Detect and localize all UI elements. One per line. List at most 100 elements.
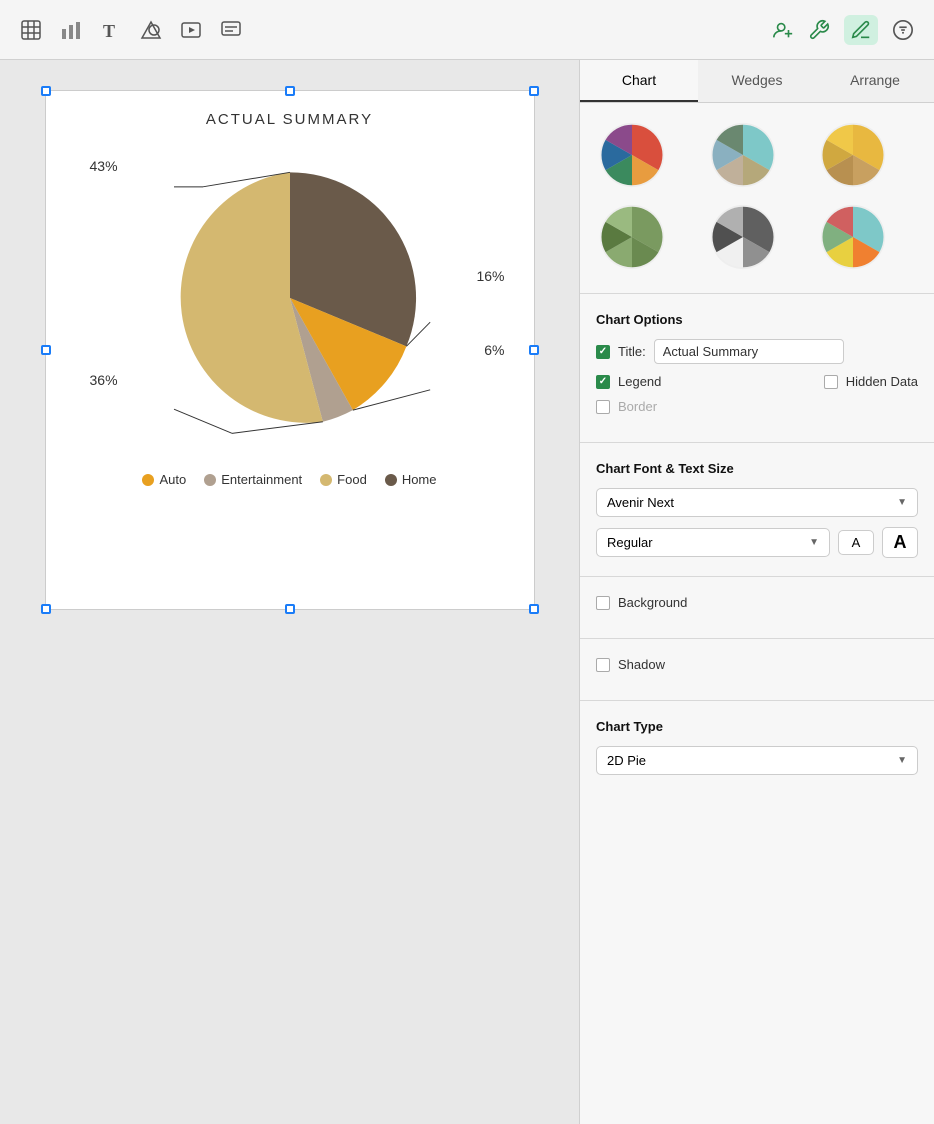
border-checkbox[interactable]	[596, 400, 610, 414]
font-size-small-btn[interactable]: A	[838, 530, 874, 555]
shadow-label: Shadow	[618, 657, 665, 672]
font-style-dropdown[interactable]: Regular ▼	[596, 528, 830, 557]
divider-1	[580, 293, 934, 294]
svg-text:T: T	[103, 21, 115, 41]
tab-wedges[interactable]: Wedges	[698, 60, 816, 102]
handle-top-left[interactable]	[41, 86, 51, 96]
chart-type-section: Chart Type 2D Pie ▼	[580, 705, 934, 799]
legend-home: Home	[385, 472, 437, 487]
legend-label-home: Home	[402, 472, 437, 487]
legend-dot-auto	[142, 474, 154, 486]
font-name-chevron: ▼	[897, 497, 907, 508]
chart-legend: Auto Entertainment Food Home	[142, 472, 436, 487]
border-label: Border	[618, 399, 657, 414]
font-style-value: Regular	[607, 535, 653, 550]
font-size-large-btn[interactable]: A	[882, 527, 918, 558]
add-contact-tool[interactable]	[772, 19, 794, 41]
font-style-chevron: ▼	[809, 537, 819, 548]
divider-4	[580, 638, 934, 639]
hidden-data-label: Hidden Data	[846, 374, 918, 389]
font-name-row: Avenir Next ▼	[596, 488, 918, 517]
font-name-dropdown[interactable]: Avenir Next ▼	[596, 488, 918, 517]
style-swatch-6[interactable]	[817, 201, 889, 273]
wrench-tool[interactable]	[808, 19, 830, 41]
pct-label-36: 36%	[90, 372, 118, 388]
panel-tabs: Chart Wedges Arrange	[580, 60, 934, 103]
legend-label-food: Food	[337, 472, 367, 487]
background-section: Background	[580, 581, 934, 634]
chart-type-title: Chart Type	[596, 719, 918, 734]
legend-dot-food	[320, 474, 332, 486]
legend-checkbox[interactable]	[596, 375, 610, 389]
toolbar-left: T	[20, 19, 242, 41]
pct-label-16: 16%	[476, 268, 504, 284]
background-label: Background	[618, 595, 687, 610]
handle-top-center[interactable]	[285, 86, 295, 96]
shadow-checkbox[interactable]	[596, 658, 610, 672]
legend-dot-entertainment	[204, 474, 216, 486]
text-tool[interactable]: T	[100, 19, 122, 41]
legend-dot-home	[385, 474, 397, 486]
title-input[interactable]	[654, 339, 844, 364]
font-size-small-label: A	[852, 535, 861, 550]
canvas-area: ACTUAL SUMMARY 43% 16% 6% 36%	[0, 60, 579, 1124]
handle-bot-center[interactable]	[285, 604, 295, 614]
style-swatch-5[interactable]	[707, 201, 779, 273]
chart-type-dropdown[interactable]: 2D Pie ▼	[596, 746, 918, 775]
font-style-row: Regular ▼ A A	[596, 527, 918, 558]
legend-label: Legend	[618, 374, 661, 389]
handle-bot-right[interactable]	[529, 604, 539, 614]
format-panel-tool[interactable]	[844, 15, 878, 45]
style-swatch-3[interactable]	[817, 119, 889, 191]
shadow-section: Shadow	[580, 643, 934, 696]
chart-type-row: 2D Pie ▼	[596, 746, 918, 775]
pie-wrapper: 43% 16% 6% 36%	[120, 138, 460, 458]
pie-area: 43% 16% 6% 36%	[66, 138, 514, 487]
pct-label-43: 43%	[90, 158, 118, 174]
hidden-data-checkbox[interactable]	[824, 375, 838, 389]
style-swatch-1[interactable]	[596, 119, 668, 191]
right-panel: Chart Wedges Arrange	[579, 60, 934, 1124]
pct-label-6: 6%	[484, 342, 504, 358]
filter-tool[interactable]	[892, 19, 914, 41]
font-size-large-label: A	[894, 532, 907, 553]
title-checkbox[interactable]	[596, 345, 610, 359]
border-row: Border	[596, 399, 918, 414]
legend-label-entertainment: Entertainment	[221, 472, 302, 487]
background-checkbox[interactable]	[596, 596, 610, 610]
chart-title: ACTUAL SUMMARY	[66, 111, 514, 128]
main-area: ACTUAL SUMMARY 43% 16% 6% 36%	[0, 60, 934, 1124]
table-tool[interactable]	[20, 19, 42, 41]
legend-food: Food	[320, 472, 367, 487]
chart-options-title: Chart Options	[596, 312, 918, 327]
legend-row: Legend Hidden Data	[596, 374, 918, 389]
legend-auto: Auto	[142, 472, 186, 487]
style-swatch-4[interactable]	[596, 201, 668, 273]
handle-bot-left[interactable]	[41, 604, 51, 614]
chart-type-value: 2D Pie	[607, 753, 646, 768]
chart-options-section: Chart Options Title: Legend Hidden Data …	[580, 298, 934, 438]
comment-tool[interactable]	[220, 19, 242, 41]
chart-tool[interactable]	[60, 19, 82, 41]
divider-2	[580, 442, 934, 443]
tab-arrange[interactable]: Arrange	[816, 60, 934, 102]
handle-top-right[interactable]	[529, 86, 539, 96]
chart-type-chevron: ▼	[897, 755, 907, 766]
background-row: Background	[596, 595, 918, 610]
divider-3	[580, 576, 934, 577]
handle-mid-left[interactable]	[41, 345, 51, 355]
legend-entertainment: Entertainment	[204, 472, 302, 487]
divider-5	[580, 700, 934, 701]
style-grid	[580, 103, 934, 289]
media-tool[interactable]	[180, 19, 202, 41]
legend-label-auto: Auto	[159, 472, 186, 487]
font-name-value: Avenir Next	[607, 495, 674, 510]
tab-chart[interactable]: Chart	[580, 60, 698, 102]
font-section-title: Chart Font & Text Size	[596, 461, 918, 476]
title-option-row: Title:	[596, 339, 918, 364]
chart-container[interactable]: ACTUAL SUMMARY 43% 16% 6% 36%	[45, 90, 535, 610]
font-section: Chart Font & Text Size Avenir Next ▼ Reg…	[580, 447, 934, 572]
shape-tool[interactable]	[140, 19, 162, 41]
handle-mid-right[interactable]	[529, 345, 539, 355]
style-swatch-2[interactable]	[707, 119, 779, 191]
